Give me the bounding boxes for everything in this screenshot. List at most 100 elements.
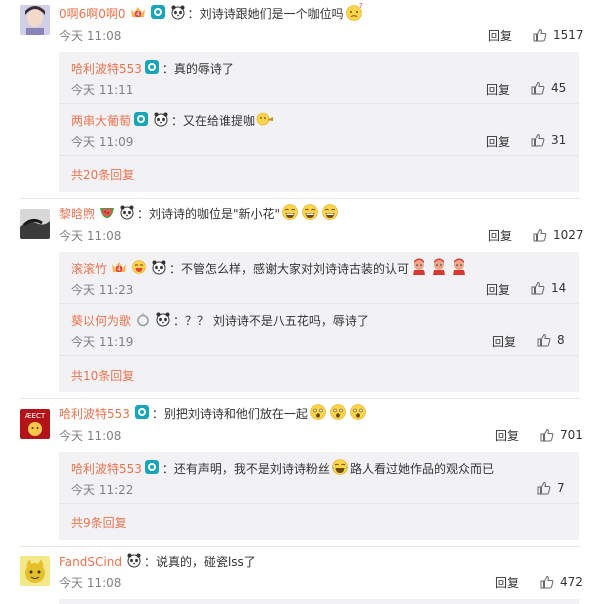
like-button[interactable]: 45 (531, 81, 566, 95)
svg-text:ÆECT: ÆECT (25, 412, 46, 420)
member-badge-icon (134, 404, 150, 425)
like-button[interactable]: 31 (531, 133, 566, 147)
svg-text:4: 4 (136, 11, 140, 18)
colon: ： (171, 114, 184, 128)
more-replies-link[interactable]: 共9条回复 (71, 515, 127, 531)
reply-text: 真的辱诗了 (173, 62, 234, 76)
colon: ： (161, 462, 174, 476)
comment-username[interactable]: 黎晗煦 (59, 205, 95, 223)
thumbs-up-icon (540, 428, 554, 442)
member-badge-icon (150, 4, 166, 25)
colon: ： (143, 555, 156, 569)
panda-icon (170, 4, 186, 25)
avatar[interactable] (20, 209, 50, 239)
like-count: 1517 (553, 28, 584, 42)
reply-button[interactable]: 回复 (488, 28, 512, 44)
like-button[interactable]: 14 (531, 281, 566, 295)
vip-crown-icon: 4 (111, 260, 127, 279)
reply-button[interactable]: 回复 (486, 282, 510, 298)
thumbs-up-icon (531, 133, 545, 147)
divider (20, 398, 580, 399)
like-button[interactable]: 1517 (533, 27, 584, 43)
like-button[interactable]: 1027 (533, 227, 584, 243)
shocked-emoji-icon (309, 403, 327, 426)
more-replies-link[interactable]: 共20条回复 (71, 167, 134, 183)
avatar[interactable]: ÆECT (20, 409, 50, 439)
doll-emoji-icon (430, 258, 448, 281)
whistle-emoji-icon (256, 111, 274, 132)
comment-time: 今天 11:08 (59, 229, 122, 243)
like-count: 1027 (553, 228, 584, 242)
reply-item: 哈利波特553 ： 真的辱诗了 今天 11:11 回复 45 (59, 52, 579, 104)
reply-time: 今天 11:22 (71, 483, 134, 497)
like-count: 8 (557, 333, 565, 347)
member-badge-icon (133, 111, 149, 132)
avatar[interactable] (20, 5, 50, 35)
like-button[interactable]: 701 (540, 427, 583, 443)
reply-button[interactable]: 回复 (495, 575, 519, 591)
svg-text:4: 4 (117, 266, 121, 273)
comment-text: 刘诗诗的咖位是"新小花" (149, 207, 281, 221)
more-replies-link[interactable]: 共10条回复 (71, 368, 134, 384)
reply-button[interactable]: 回复 (486, 82, 510, 98)
comment-username[interactable]: 0啊6啊0啊0 (59, 5, 126, 23)
comment-time: 今天 11:08 (59, 429, 122, 443)
reply-item: 哈利波特553 ： 还有声明，我不是刘诗诗粉丝 路人看过她作品的观众而已 今天 … (59, 452, 579, 504)
member-badge-icon (144, 59, 160, 80)
reply-username[interactable]: 哈利波特553 (71, 60, 142, 78)
reply-list: 哈利波特553 ： 真的辱诗了 今天 11:11 回复 45 两串大葡萄 ： 又… (59, 52, 579, 192)
thumbs-up-icon (531, 281, 545, 295)
reply-button[interactable]: 回复 (495, 428, 519, 444)
reply-button[interactable]: 回复 (486, 134, 510, 150)
reply-username[interactable]: 葵以何为歌 (71, 312, 131, 330)
laugh-emoji-icon (301, 203, 319, 226)
thumbs-up-icon (531, 81, 545, 95)
comment-username[interactable]: 哈利波特553 (59, 405, 130, 423)
divider (20, 546, 580, 547)
comment-time: 今天 11:08 (59, 576, 122, 590)
panda-icon (155, 311, 171, 332)
reply-username[interactable]: 哈利波特553 (71, 460, 142, 478)
vip-crown-icon: 4 (130, 5, 146, 24)
like-button[interactable]: 7 (537, 481, 565, 495)
colon: ： (137, 207, 150, 221)
panda-icon (151, 259, 167, 280)
smile-badge-icon (131, 259, 147, 280)
thumbs-up-icon (537, 481, 551, 495)
comment-username[interactable]: FandSCind (59, 553, 122, 571)
laugh-emoji-icon (281, 203, 299, 226)
colon: ： (187, 7, 200, 21)
like-count: 701 (560, 428, 583, 442)
like-button[interactable]: 8 (537, 333, 565, 347)
reply-button[interactable]: 回复 (492, 334, 516, 350)
reply-button[interactable]: 回复 (488, 228, 512, 244)
reply-username[interactable]: 两串大葡萄 (71, 112, 131, 130)
watermelon-badge-icon (99, 205, 115, 224)
thumbs-up-icon (533, 28, 547, 42)
reply-text: 又在给谁提咖 (183, 114, 256, 128)
like-count: 472 (560, 575, 583, 589)
reply-time: 今天 11:11 (71, 83, 134, 97)
thumbs-up-icon (533, 228, 547, 242)
avatar[interactable] (20, 556, 50, 586)
confused-emoji-icon: ? (345, 2, 363, 26)
doll-emoji-icon (450, 258, 468, 281)
tears-of-joy-emoji-icon (331, 458, 349, 481)
colon: ： (169, 262, 182, 276)
reply-item: 滚滚竹 4 ： 不管怎么样，感谢大家对刘诗诗古装的认可 今天 11:23 回复 … (59, 252, 579, 304)
panda-icon (119, 204, 135, 225)
like-button[interactable]: 472 (540, 574, 583, 590)
panda-icon (153, 111, 169, 132)
divider (20, 198, 580, 199)
reply-time: 今天 11:09 (71, 135, 134, 149)
reply-time: 今天 11:19 (71, 335, 134, 349)
reply-list: 哈利波特553 ： 还有声明，我不是刘诗诗粉丝 路人看过她作品的观众而已 今天 … (59, 452, 579, 540)
reply-username[interactable]: 滚滚竹 (71, 260, 107, 278)
doll-emoji-icon (410, 258, 428, 281)
shocked-emoji-icon (329, 403, 347, 426)
reply-item: 葵以何为歌 ： ？？ 刘诗诗不是八五花吗，辱诗了 今天 11:19 回复 8 (59, 304, 579, 356)
reply-item: 两串大葡萄 ： 又在给谁提咖 今天 11:09 回复 31 (59, 104, 579, 156)
reply-text: 还有声明，我不是刘诗诗粉丝 (173, 462, 330, 476)
like-count: 45 (551, 81, 567, 95)
like-count: 31 (551, 133, 567, 147)
